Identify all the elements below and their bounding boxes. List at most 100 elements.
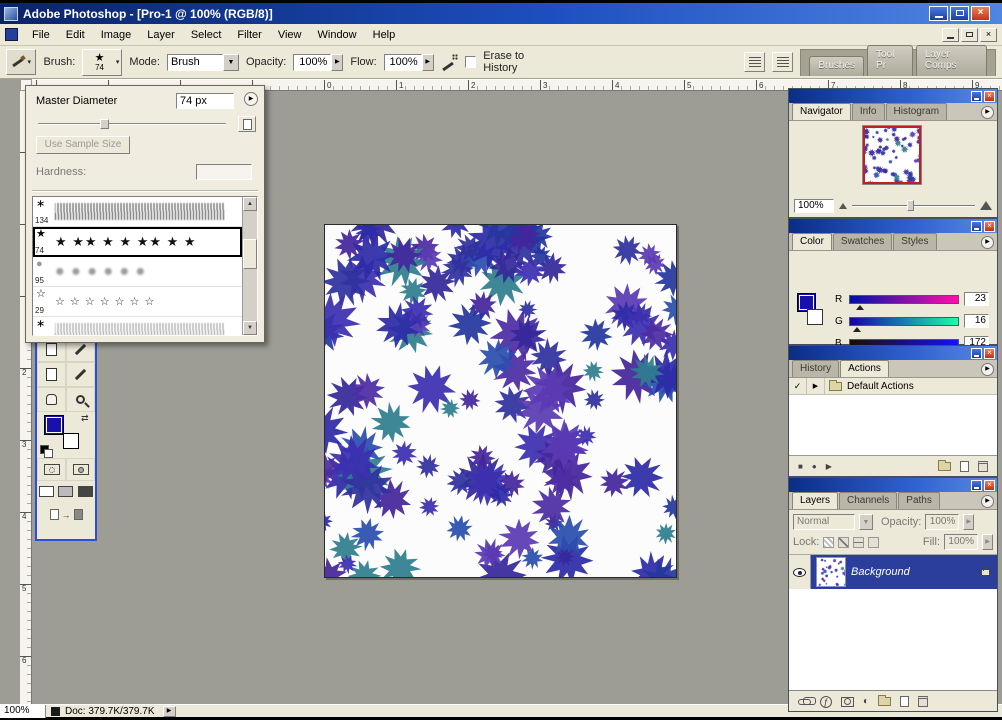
status-menu-button[interactable]: ▶ — [162, 705, 176, 717]
tab-actions[interactable]: Actions — [840, 360, 889, 377]
zoom-out-icon[interactable] — [839, 202, 847, 209]
red-value-field[interactable]: 23 — [964, 292, 989, 306]
foreground-swatch[interactable] — [44, 415, 64, 435]
new-brush-button[interactable] — [238, 116, 256, 132]
menu-help[interactable]: Help — [365, 26, 404, 44]
erase-to-history-checkbox[interactable] — [464, 56, 477, 68]
minimize-button[interactable] — [929, 6, 948, 21]
expand-arrow-icon[interactable]: ▶ — [807, 378, 825, 394]
well-tab-brushes[interactable]: Brushes — [809, 55, 865, 76]
background-swatch[interactable] — [807, 309, 823, 325]
swap-colors-icon[interactable]: ⇄ — [81, 413, 89, 424]
brush-preset-row[interactable]: ☆ 29 ☆ ☆ ☆ ☆ ☆ ☆ ☆ — [33, 287, 242, 317]
mode-dropdown[interactable]: Brush ▼ — [166, 53, 239, 71]
use-sample-size-button[interactable]: Use Sample Size — [36, 136, 130, 154]
scroll-down-button[interactable]: ▼ — [243, 321, 257, 335]
adjustment-layer-icon[interactable]: ◐ — [863, 696, 869, 707]
layer-opacity-field[interactable]: 100% — [925, 514, 960, 530]
panel-menu-button[interactable]: ▶ — [981, 106, 994, 119]
toggle-item-check-icon[interactable]: ✓ — [789, 378, 807, 394]
brush-list-scrollbar[interactable]: ▲ ▼ — [242, 197, 257, 335]
visibility-toggle[interactable] — [789, 555, 811, 589]
layer-style-icon[interactable]: ƒ — [820, 695, 832, 708]
panel-close-button[interactable]: × — [984, 220, 995, 232]
jump-to-imageready-button[interactable]: → — [37, 502, 95, 527]
eyedropper-tool[interactable] — [66, 362, 95, 387]
brush-preset-row[interactable]: ∗ — [33, 317, 242, 335]
green-slider-thumb[interactable] — [852, 326, 861, 332]
brush-preset-row[interactable]: ∗ 134 — [33, 197, 242, 227]
popup-menu-button[interactable]: ▶ — [244, 92, 258, 106]
opacity-arrow-icon[interactable]: ▶ — [963, 514, 975, 530]
panel-minimize-button[interactable] — [971, 90, 982, 102]
opacity-value[interactable]: 100% — [293, 53, 332, 71]
document-canvas[interactable] — [324, 224, 677, 578]
layer-row-background[interactable]: Background — [789, 551, 997, 592]
delete-layer-icon[interactable] — [918, 696, 929, 707]
menu-edit[interactable]: Edit — [58, 26, 93, 44]
flow-control[interactable]: 100% ▶ — [383, 53, 434, 71]
link-layers-icon[interactable] — [798, 696, 816, 705]
brush-preset-picker[interactable]: ★ 74 ▾ — [82, 48, 123, 76]
record-icon[interactable]: ● — [812, 462, 817, 471]
status-zoom-field[interactable]: 100% — [0, 704, 46, 718]
tab-histogram[interactable]: Histogram — [885, 103, 948, 120]
restore-button[interactable] — [950, 6, 969, 21]
panel-close-button[interactable]: × — [984, 90, 995, 102]
lock-pixels-icon[interactable] — [838, 536, 850, 548]
tab-styles[interactable]: Styles — [893, 233, 937, 250]
panel-menu-button[interactable]: ▶ — [981, 363, 994, 376]
zoom-tool[interactable] — [66, 387, 95, 412]
default-colors-icon[interactable] — [40, 445, 53, 458]
standard-screen-button[interactable] — [39, 486, 55, 497]
layer-thumbnail[interactable] — [810, 551, 852, 592]
quickmask-mode-button[interactable] — [66, 458, 95, 481]
panel-menu-button[interactable]: ▶ — [981, 236, 994, 249]
tab-info[interactable]: Info — [851, 103, 885, 120]
well-tab-tool-presets[interactable]: Tool Pr — [867, 44, 913, 76]
new-action-icon[interactable] — [960, 461, 969, 472]
menu-filter[interactable]: Filter — [229, 26, 269, 44]
tab-history[interactable]: History — [792, 360, 840, 377]
slider-thumb[interactable] — [100, 119, 109, 129]
mode-value[interactable]: Brush — [166, 53, 223, 71]
tab-layers[interactable]: Layers — [792, 492, 839, 509]
zoom-slider-thumb[interactable] — [907, 199, 915, 211]
doc-minimize-button[interactable] — [942, 27, 959, 42]
fill-arrow-icon[interactable]: ▶ — [982, 534, 993, 550]
blend-mode-dropdown[interactable]: Normal — [793, 514, 855, 530]
flow-value[interactable]: 100% — [383, 53, 422, 71]
menu-select[interactable]: Select — [183, 26, 230, 44]
panel-close-button[interactable]: × — [984, 347, 995, 359]
new-layer-icon[interactable] — [900, 696, 910, 707]
tab-navigator[interactable]: Navigator — [792, 103, 851, 120]
panel-minimize-button[interactable] — [971, 479, 982, 491]
delete-icon[interactable] — [978, 461, 988, 472]
scroll-up-button[interactable]: ▲ — [243, 197, 257, 211]
hand-tool[interactable] — [37, 387, 66, 412]
tab-color[interactable]: Color — [792, 233, 832, 250]
menu-window[interactable]: Window — [310, 26, 365, 44]
navigator-proxy-view[interactable] — [859, 119, 925, 189]
tab-paths[interactable]: Paths — [898, 492, 940, 509]
background-swatch[interactable] — [63, 433, 79, 449]
layer-fill-field[interactable]: 100% — [944, 534, 978, 550]
red-slider-thumb[interactable] — [855, 304, 864, 310]
menu-file[interactable]: File — [24, 26, 58, 44]
tab-swatches[interactable]: Swatches — [832, 233, 893, 250]
layer-mask-icon[interactable] — [841, 696, 854, 707]
brush-preset-row[interactable]: ● 95 ● ● ● ● ● ● — [33, 257, 242, 287]
panel-close-button[interactable]: × — [984, 479, 995, 491]
lock-position-icon[interactable] — [853, 536, 865, 548]
brush-tool-button[interactable]: ▾ — [6, 49, 37, 75]
standard-mode-button[interactable] — [37, 458, 66, 481]
mode-dropdown-arrow-icon[interactable]: ▼ — [222, 53, 239, 71]
zoom-in-icon[interactable] — [980, 201, 992, 210]
red-slider[interactable] — [849, 294, 959, 310]
brushes-palette-button[interactable] — [772, 52, 794, 72]
close-button[interactable]: × — [971, 6, 990, 21]
master-diameter-field[interactable]: 74 px — [176, 93, 234, 109]
menu-image[interactable]: Image — [93, 26, 140, 44]
brush-preset-row-selected[interactable]: ★ 74 ★ ★★ ★ ★ ★★ ★ ★ — [33, 227, 242, 257]
new-set-icon[interactable] — [938, 460, 951, 471]
